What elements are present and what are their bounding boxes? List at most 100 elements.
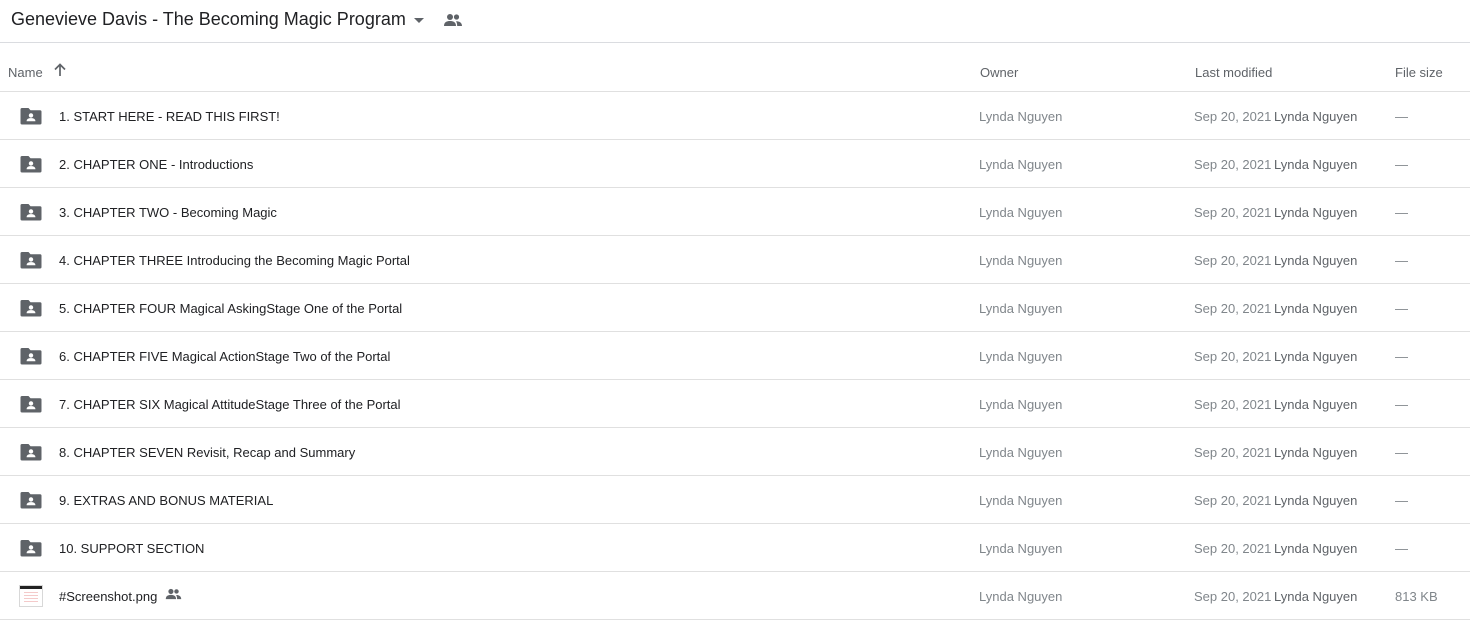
item-name[interactable]: 6. CHAPTER FIVE Magical ActionStage Two … — [59, 349, 390, 364]
item-name[interactable]: 3. CHAPTER TWO - Becoming Magic — [59, 205, 277, 220]
file-list: 1. START HERE - READ THIS FIRST! Lynda Ng… — [0, 92, 1470, 620]
folder-icon-wrap — [20, 107, 42, 128]
item-owner: Lynda Nguyen — [979, 157, 1063, 172]
item-modified-date: Sep 20, 2021 — [1194, 445, 1272, 460]
arrow-up-icon[interactable] — [53, 63, 67, 77]
item-modified-date: Sep 20, 2021 — [1194, 589, 1272, 604]
item-modified-date: Sep 20, 2021 — [1194, 349, 1272, 364]
item-modified-by: Lynda Nguyen — [1274, 445, 1358, 460]
column-file-size[interactable]: File size — [1395, 65, 1443, 80]
item-name[interactable]: 5. CHAPTER FOUR Magical AskingStage One … — [59, 301, 402, 316]
item-modified-by: Lynda Nguyen — [1274, 109, 1358, 124]
item-owner: Lynda Nguyen — [979, 205, 1063, 220]
folder-icon-wrap — [20, 347, 42, 368]
item-file-size: — — [1395, 205, 1408, 220]
list-item[interactable]: 9. EXTRAS AND BONUS MATERIAL Lynda Nguyen… — [0, 476, 1470, 524]
list-item[interactable]: 8. CHAPTER SEVEN Revisit, Recap and Summ… — [0, 428, 1470, 476]
column-last-modified[interactable]: Last modified — [1195, 65, 1272, 80]
item-file-size: — — [1395, 541, 1408, 556]
list-item[interactable]: 2. CHAPTER ONE - Introductions Lynda Nguy… — [0, 140, 1470, 188]
shared-folder-icon — [20, 396, 42, 413]
folder-icon-wrap — [20, 203, 42, 224]
item-name[interactable]: 9. EXTRAS AND BONUS MATERIAL — [59, 493, 273, 508]
shared-folder-icon — [20, 204, 42, 221]
item-modified-by: Lynda Nguyen — [1274, 397, 1358, 412]
item-owner: Lynda Nguyen — [979, 301, 1063, 316]
item-modified-date: Sep 20, 2021 — [1194, 301, 1272, 316]
shared-folder-icon — [20, 300, 42, 317]
item-modified-date: Sep 20, 2021 — [1194, 157, 1272, 172]
item-owner: Lynda Nguyen — [979, 397, 1063, 412]
list-item[interactable]: 1. START HERE - READ THIS FIRST! Lynda Ng… — [0, 92, 1470, 140]
item-file-size: — — [1395, 301, 1408, 316]
item-modified-date: Sep 20, 2021 — [1194, 109, 1272, 124]
column-owner[interactable]: Owner — [980, 65, 1018, 80]
list-item[interactable]: #Screenshot.png Lynda Nguyen Sep 20, 2021 L… — [0, 572, 1470, 620]
list-item[interactable]: 6. CHAPTER FIVE Magical ActionStage Two … — [0, 332, 1470, 380]
shared-folder-icon — [20, 108, 42, 125]
folder-icon-wrap — [20, 299, 42, 320]
item-modified-by: Lynda Nguyen — [1274, 589, 1358, 604]
item-modified-date: Sep 20, 2021 — [1194, 253, 1272, 268]
item-file-size: — — [1395, 493, 1408, 508]
column-name[interactable]: Name — [8, 65, 43, 80]
item-owner: Lynda Nguyen — [979, 253, 1063, 268]
item-modified-by: Lynda Nguyen — [1274, 301, 1358, 316]
item-name[interactable]: 10. SUPPORT SECTION — [59, 541, 204, 556]
people-icon — [444, 14, 462, 26]
caret-down-icon[interactable] — [413, 17, 425, 25]
item-modified-date: Sep 20, 2021 — [1194, 493, 1272, 508]
item-file-size: — — [1395, 349, 1408, 364]
item-file-size: — — [1395, 445, 1408, 460]
folder-title[interactable]: Genevieve Davis - The Becoming Magic Pro… — [11, 9, 406, 30]
shared-folder-icon — [20, 540, 42, 557]
list-item[interactable]: 5. CHAPTER FOUR Magical AskingStage One … — [0, 284, 1470, 332]
item-modified-by: Lynda Nguyen — [1274, 205, 1358, 220]
shared-folder-icon — [20, 156, 42, 173]
item-owner: Lynda Nguyen — [979, 589, 1063, 604]
item-modified-by: Lynda Nguyen — [1274, 541, 1358, 556]
item-owner: Lynda Nguyen — [979, 349, 1063, 364]
folder-icon-wrap — [20, 491, 42, 512]
item-name[interactable]: #Screenshot.png — [59, 589, 157, 604]
item-modified-by: Lynda Nguyen — [1274, 493, 1358, 508]
item-name[interactable]: 1. START HERE - READ THIS FIRST! — [59, 109, 280, 124]
list-item[interactable]: 3. CHAPTER TWO - Becoming Magic Lynda Ngu… — [0, 188, 1470, 236]
item-name[interactable]: 2. CHAPTER ONE - Introductions — [59, 157, 253, 172]
list-item[interactable]: 10. SUPPORT SECTION Lynda Nguyen Sep 20, 2… — [0, 524, 1470, 572]
shared-folder-icon — [20, 348, 42, 365]
folder-icon-wrap — [20, 443, 42, 464]
column-header-row: Name Owner Last modified File size — [0, 44, 1470, 92]
list-item[interactable]: 7. CHAPTER SIX Magical AttitudeStage Thr… — [0, 380, 1470, 428]
item-name[interactable]: 4. CHAPTER THREE Introducing the Becomin… — [59, 253, 410, 268]
folder-icon-wrap — [20, 155, 42, 176]
item-owner: Lynda Nguyen — [979, 445, 1063, 460]
people-icon — [165, 588, 182, 600]
item-modified-by: Lynda Nguyen — [1274, 253, 1358, 268]
item-file-size: — — [1395, 157, 1408, 172]
shared-folder-icon — [20, 492, 42, 509]
list-item[interactable]: 4. CHAPTER THREE Introducing the Becomin… — [0, 236, 1470, 284]
folder-header: Genevieve Davis - The Becoming Magic Pro… — [0, 0, 1470, 43]
item-modified-date: Sep 20, 2021 — [1194, 205, 1272, 220]
item-file-size: — — [1395, 253, 1408, 268]
item-name[interactable]: 7. CHAPTER SIX Magical AttitudeStage Thr… — [59, 397, 401, 412]
folder-icon-wrap — [20, 539, 42, 560]
item-file-size: — — [1395, 397, 1408, 412]
folder-icon-wrap — [20, 251, 42, 272]
item-modified-by: Lynda Nguyen — [1274, 157, 1358, 172]
item-modified-by: Lynda Nguyen — [1274, 349, 1358, 364]
item-owner: Lynda Nguyen — [979, 493, 1063, 508]
item-modified-date: Sep 20, 2021 — [1194, 541, 1272, 556]
item-name[interactable]: 8. CHAPTER SEVEN Revisit, Recap and Summ… — [59, 445, 355, 460]
shared-folder-icon — [20, 252, 42, 269]
item-file-size: 813 KB — [1395, 589, 1438, 604]
item-modified-date: Sep 20, 2021 — [1194, 397, 1272, 412]
item-owner: Lynda Nguyen — [979, 541, 1063, 556]
folder-icon-wrap — [20, 395, 42, 416]
shared-indicator — [165, 588, 182, 603]
image-thumbnail — [19, 585, 43, 607]
item-owner: Lynda Nguyen — [979, 109, 1063, 124]
item-file-size: — — [1395, 109, 1408, 124]
shared-folder-icon — [20, 444, 42, 461]
